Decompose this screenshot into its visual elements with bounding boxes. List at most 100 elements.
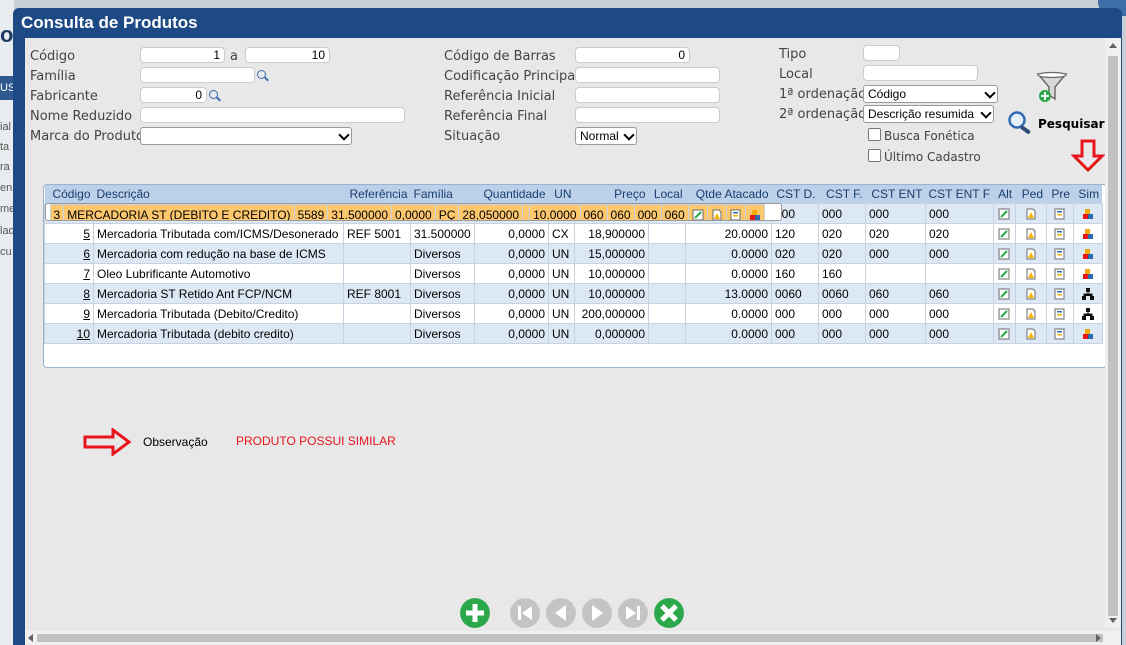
last-icon[interactable]: [618, 598, 648, 628]
cell-codigo[interactable]: 3: [49, 204, 65, 220]
horizontal-scrollbar[interactable]: [25, 631, 1121, 645]
cell-ped[interactable]: [706, 204, 727, 221]
cell-alt[interactable]: [992, 283, 1016, 304]
cell-codigo[interactable]: 5: [44, 223, 94, 244]
header-qtde-atacado[interactable]: Qtde Atacado: [685, 185, 772, 203]
boxes-icon[interactable]: [1082, 328, 1094, 340]
order-icon[interactable]: [1025, 228, 1037, 240]
cell-sim[interactable]: [1072, 283, 1103, 304]
cell-ped[interactable]: [1014, 223, 1047, 244]
cell-codigo[interactable]: 8: [44, 283, 94, 304]
table-row[interactable]: 8 Mercadoria ST Retido Ant FCP/NCM REF 800…: [44, 283, 1103, 304]
edit-icon[interactable]: [998, 328, 1010, 340]
price-icon[interactable]: [1054, 288, 1066, 300]
header-codigo[interactable]: Código: [44, 185, 94, 203]
cell-sim[interactable]: [1072, 263, 1103, 284]
cell-pre[interactable]: [1045, 263, 1074, 284]
edit-icon[interactable]: [998, 268, 1010, 280]
cell-pre[interactable]: [1045, 303, 1074, 324]
cell-sim[interactable]: [1072, 203, 1103, 224]
ordenacao2-select[interactable]: Descrição resumida: [863, 105, 994, 123]
header-cst-d[interactable]: CST D.: [771, 185, 819, 203]
cell-pre[interactable]: [725, 204, 746, 221]
order-icon[interactable]: [1025, 328, 1037, 340]
ultimo-cadastro-checkbox[interactable]: [868, 149, 881, 162]
situacao-select[interactable]: Normal: [575, 127, 637, 145]
table-row[interactable]: 10 Mercadoria Tributada (debito credito) D…: [44, 323, 1103, 344]
boxes-icon[interactable]: [1082, 208, 1094, 220]
previous-icon[interactable]: [546, 598, 576, 628]
order-icon[interactable]: [1025, 308, 1037, 320]
header-preco[interactable]: Preço: [574, 185, 649, 203]
header-cst-f[interactable]: CST F.: [818, 185, 866, 203]
cell-pre[interactable]: [1045, 243, 1074, 264]
cell-ped[interactable]: [1014, 303, 1047, 324]
cell-sim[interactable]: [744, 204, 765, 221]
price-icon[interactable]: [1054, 228, 1066, 240]
header-quantidade[interactable]: Quantidade: [474, 185, 549, 203]
boxes-icon[interactable]: [1082, 268, 1094, 280]
first-icon[interactable]: [510, 598, 540, 628]
header-cst-ent-f[interactable]: CST ENT F: [925, 185, 994, 203]
edit-icon[interactable]: [998, 208, 1010, 220]
cell-pre[interactable]: [1045, 203, 1074, 224]
cell-sim[interactable]: [1072, 303, 1103, 324]
codificacao-principal-input[interactable]: [575, 67, 720, 83]
header-referencia[interactable]: Referência: [343, 185, 411, 203]
table-row[interactable]: 3 MERCADORIA ST (DEBITO E CREDITO) 5589 31.…: [44, 203, 782, 221]
price-icon[interactable]: [730, 209, 742, 221]
cell-alt[interactable]: [992, 323, 1016, 344]
codigo-barras-input[interactable]: 0: [575, 47, 690, 63]
busca-fonetica-checkbox[interactable]: [868, 128, 881, 141]
cell-pre[interactable]: [1045, 323, 1074, 344]
nome-reduzido-input[interactable]: [140, 107, 405, 123]
cell-pre[interactable]: [1045, 283, 1074, 304]
local-input[interactable]: [863, 65, 978, 81]
cell-alt[interactable]: [992, 263, 1016, 284]
order-icon[interactable]: [1025, 288, 1037, 300]
familia-search-icon[interactable]: [257, 70, 266, 79]
table-row[interactable]: 5 Mercadoria Tributada com/ICMS/Desonerad…: [44, 223, 1103, 244]
cell-alt[interactable]: [992, 243, 1016, 264]
cell-ped[interactable]: [1014, 263, 1047, 284]
cell-alt[interactable]: [992, 303, 1016, 324]
cell-ped[interactable]: [1014, 323, 1047, 344]
ordenacao1-select[interactable]: Código: [863, 85, 998, 103]
hierarchy-icon[interactable]: [1081, 288, 1094, 301]
price-icon[interactable]: [1054, 268, 1066, 280]
cell-sim[interactable]: [1072, 323, 1103, 344]
cell-codigo[interactable]: 10: [44, 323, 94, 344]
boxes-icon[interactable]: [749, 209, 761, 221]
familia-input[interactable]: [140, 67, 255, 83]
table-row[interactable]: 9 Mercadoria Tributada (Debito/Credito) Di…: [44, 303, 1103, 324]
edit-icon[interactable]: [998, 228, 1010, 240]
edit-icon[interactable]: [998, 248, 1010, 260]
cell-pre[interactable]: [1045, 223, 1074, 244]
header-local[interactable]: Local: [648, 185, 686, 203]
cell-codigo[interactable]: 6: [44, 243, 94, 264]
order-icon[interactable]: [1025, 248, 1037, 260]
order-icon[interactable]: [711, 209, 723, 221]
fabricante-search-icon[interactable]: [209, 90, 218, 99]
cell-ped[interactable]: [1014, 283, 1047, 304]
edit-icon[interactable]: [998, 308, 1010, 320]
order-icon[interactable]: [1025, 208, 1037, 220]
cell-ped[interactable]: [1014, 203, 1047, 224]
header-descricao[interactable]: Descrição: [93, 185, 344, 203]
table-row[interactable]: 6 Mercadoria com redução na base de ICMS D…: [44, 243, 1103, 264]
cell-codigo[interactable]: 9: [44, 303, 94, 324]
cell-codigo[interactable]: 7: [44, 263, 94, 284]
cell-alt[interactable]: [992, 223, 1016, 244]
codigo-from-input[interactable]: 1: [140, 47, 225, 63]
price-icon[interactable]: [1054, 248, 1066, 260]
referencia-final-input[interactable]: [575, 107, 720, 123]
cell-sim[interactable]: [1072, 243, 1103, 264]
cell-alt[interactable]: [687, 204, 708, 221]
price-icon[interactable]: [1054, 308, 1066, 320]
cell-sim[interactable]: [1072, 223, 1103, 244]
header-un[interactable]: UN: [548, 185, 575, 203]
edit-icon[interactable]: [692, 209, 704, 221]
table-row[interactable]: 7 Oleo Lubrificante Automotivo Diversos 0,0…: [44, 263, 1103, 284]
referencia-inicial-input[interactable]: [575, 87, 720, 103]
hierarchy-icon[interactable]: [1081, 308, 1094, 321]
